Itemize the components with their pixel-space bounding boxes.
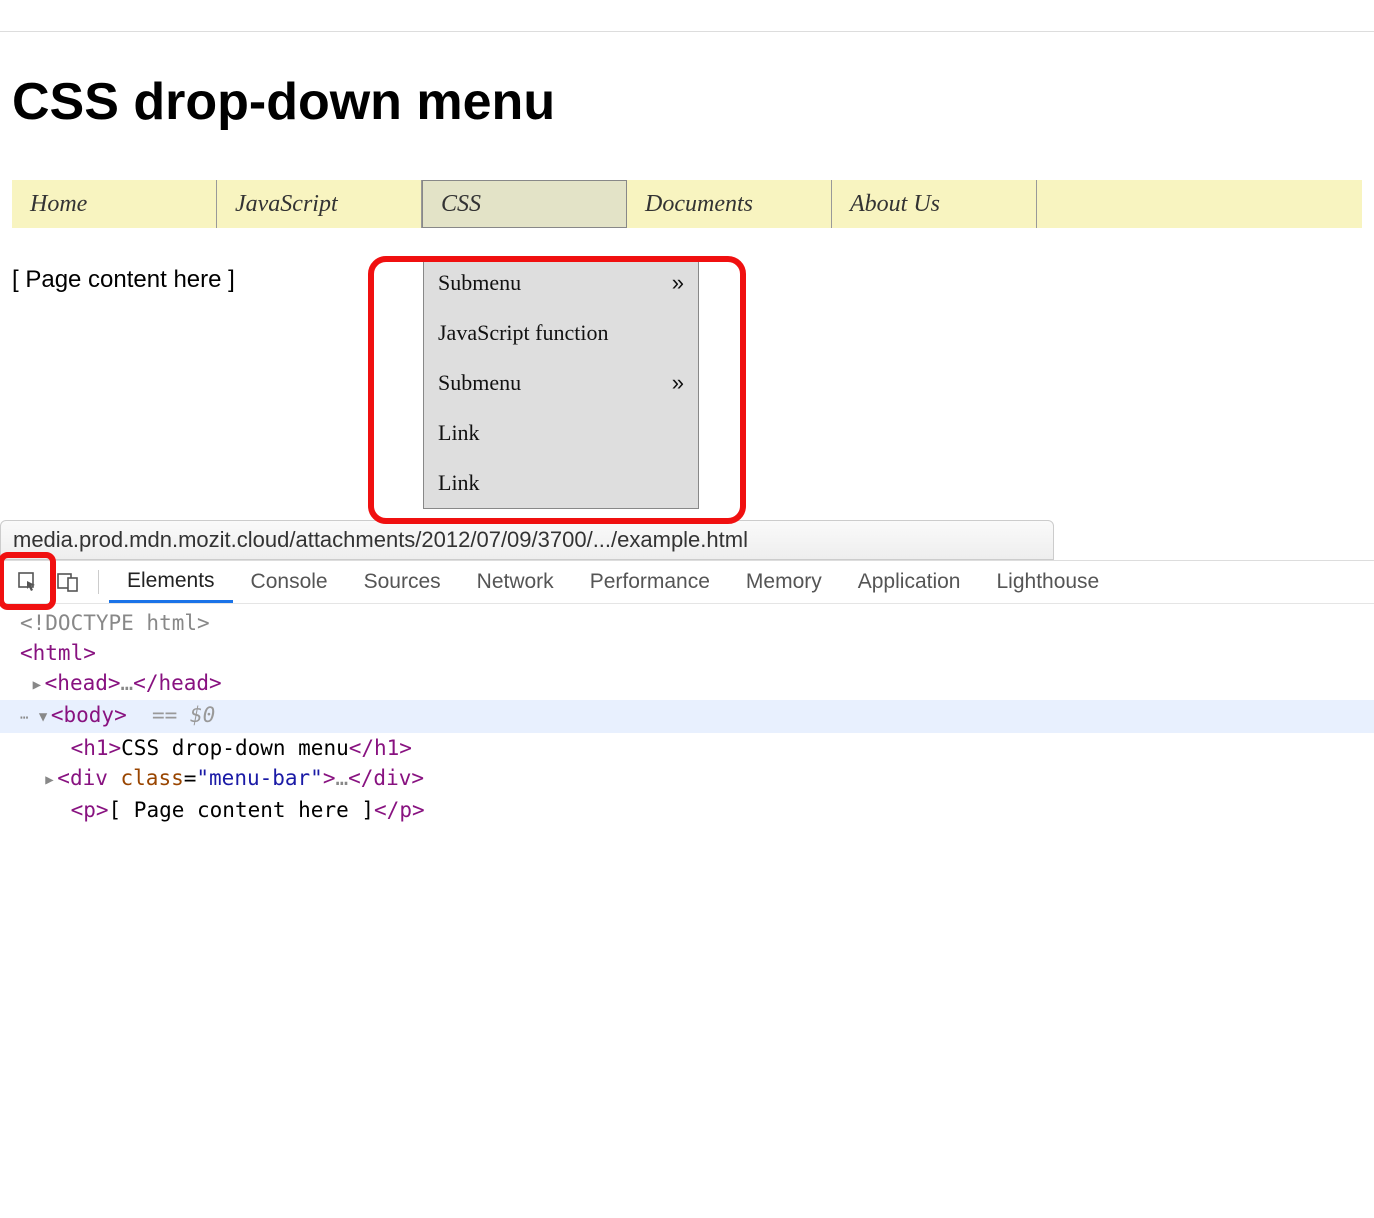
menu-spacer: [1037, 180, 1362, 228]
menu-item-javascript[interactable]: JavaScript: [217, 180, 422, 228]
code-html-open: <html>: [20, 641, 96, 665]
iframe-url-text: media.prod.mdn.mozit.cloud/attachments/2…: [13, 527, 748, 552]
device-toggle-icon[interactable]: [52, 568, 84, 596]
menu-item-css[interactable]: CSS: [422, 180, 627, 228]
devtools-tab-console[interactable]: Console: [233, 561, 346, 603]
expand-triangle-icon[interactable]: ▶: [33, 670, 45, 700]
menu-bar: Home JavaScript CSS Documents About Us: [12, 180, 1362, 228]
dropdown-item[interactable]: Submenu »: [424, 258, 698, 308]
chevron-right-icon: »: [672, 270, 684, 296]
devtools-tab-application[interactable]: Application: [840, 561, 979, 603]
toolbar-separator: [98, 570, 99, 594]
collapse-triangle-icon[interactable]: ▼: [39, 702, 51, 732]
page-content-area: CSS drop-down menu Home JavaScript CSS D…: [0, 32, 1374, 330]
dropdown-item[interactable]: Link: [424, 458, 698, 508]
code-selected-line[interactable]: ⋯ ▼<body> == $0: [0, 700, 1374, 733]
devtools-tab-network[interactable]: Network: [459, 561, 572, 603]
browser-bookmark-bar: [0, 0, 1374, 32]
dropdown-item[interactable]: Submenu »: [424, 358, 698, 408]
menu-item-home[interactable]: Home: [12, 180, 217, 228]
chevron-right-icon: »: [672, 370, 684, 396]
dropdown-item[interactable]: JavaScript function: [424, 308, 698, 358]
menu-item-documents[interactable]: Documents: [627, 180, 832, 228]
page-title: CSS drop-down menu: [12, 72, 1362, 132]
dropdown-item[interactable]: Link: [424, 408, 698, 458]
dropdown-item-label: Submenu: [438, 270, 521, 296]
devtools-tab-performance[interactable]: Performance: [572, 561, 728, 603]
code-doctype: <!DOCTYPE html>: [20, 611, 210, 635]
devtools-tab-sources[interactable]: Sources: [346, 561, 459, 603]
devtools-tab-memory[interactable]: Memory: [728, 561, 840, 603]
devtools-tab-elements[interactable]: Elements: [109, 561, 233, 603]
dropdown-item-label: Link: [438, 420, 480, 446]
inspect-element-icon[interactable]: [12, 568, 44, 596]
menu-item-about[interactable]: About Us: [832, 180, 1037, 228]
dropdown-item-label: Submenu: [438, 370, 521, 396]
devtools-tab-lighthouse[interactable]: Lighthouse: [978, 561, 1117, 603]
expand-triangle-icon[interactable]: ▶: [45, 765, 57, 795]
dropdown-menu: Submenu » JavaScript function Submenu » …: [423, 257, 699, 509]
dropdown-item-label: Link: [438, 470, 480, 496]
devtools-toolbar: Elements Console Sources Network Perform…: [0, 560, 1374, 604]
devtools-panel: Elements Console Sources Network Perform…: [0, 560, 1374, 825]
iframe-url-bar: media.prod.mdn.mozit.cloud/attachments/2…: [0, 520, 1054, 560]
dropdown-item-label: JavaScript function: [438, 320, 608, 346]
devtools-dom-tree[interactable]: <!DOCTYPE html> <html> ▶<head>…</head> ⋯…: [0, 604, 1374, 825]
